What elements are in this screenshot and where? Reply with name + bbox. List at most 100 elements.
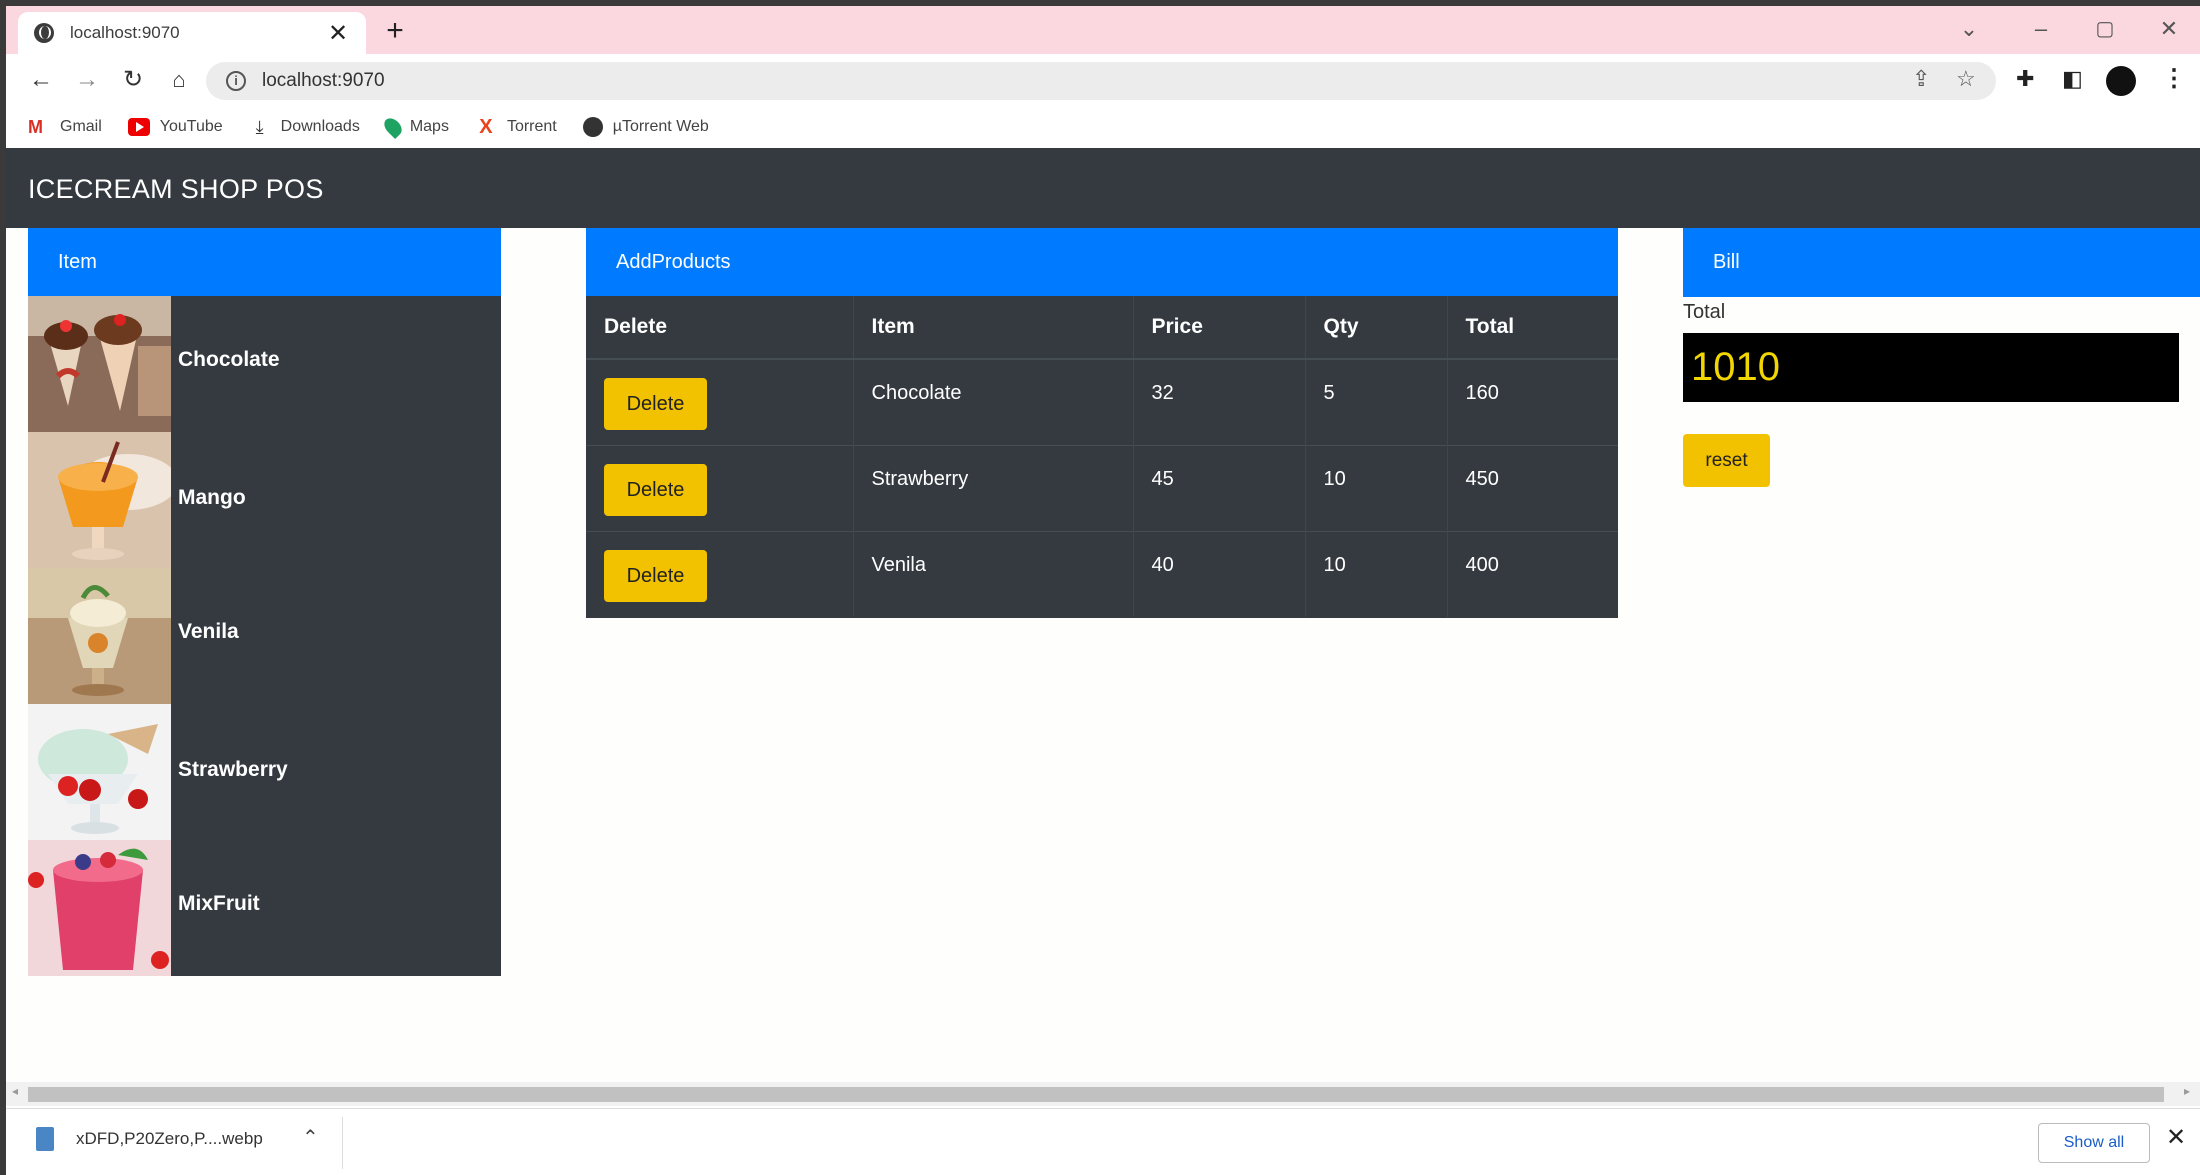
item-card-header: Item [28, 228, 501, 297]
bookmark-star-icon[interactable]: ☆ [1956, 66, 1976, 92]
total-cell: 450 [1447, 444, 1618, 531]
price-cell: 40 [1133, 530, 1306, 617]
item-name: Mango [178, 486, 246, 509]
minimize-icon[interactable]: – [2026, 16, 2056, 42]
price-cell: 45 [1133, 444, 1306, 531]
back-icon[interactable]: ← [24, 63, 58, 97]
bookmark-utorrent[interactable]: µTorrent Web [582, 117, 709, 137]
horizontal-scrollbar[interactable]: ◂ ▸ [6, 1082, 2200, 1106]
item-mango[interactable]: Mango [28, 432, 501, 568]
bookmark-maps[interactable]: Maps [380, 114, 449, 140]
item-name: Chocolate [178, 348, 280, 371]
col-item: Item [853, 296, 1134, 360]
delete-cell: Delete [586, 444, 854, 531]
bookmark-downloads[interactable]: ⤓ Downloads [249, 118, 360, 136]
scroll-right-icon[interactable]: ▸ [2184, 1084, 2190, 1098]
forward-icon[interactable]: → [70, 63, 104, 97]
bookmark-youtube[interactable]: YouTube [127, 118, 223, 136]
download-file-name[interactable]: xDFD,P20Zero,P....webp [76, 1129, 263, 1149]
extensions-icon[interactable]: ✚ [2016, 66, 2034, 92]
tab-search-icon[interactable]: ⌄ [1954, 16, 1984, 42]
chocolate-image [28, 296, 171, 432]
reload-icon[interactable]: ↻ [116, 63, 150, 97]
scrollbar-thumb[interactable] [28, 1087, 2164, 1102]
app-navbar: ICECREAM SHOP POS [6, 148, 2200, 228]
item-strawberry[interactable]: Strawberry [28, 704, 501, 840]
share-icon[interactable]: ⇪ [1912, 66, 1930, 92]
col-delete: Delete [586, 296, 854, 360]
new-tab-button[interactable]: + [378, 14, 412, 48]
address-bar[interactable]: i localhost:9070 [206, 62, 1996, 100]
close-window-icon[interactable]: ✕ [2154, 16, 2184, 42]
delete-cell: Delete [586, 358, 854, 445]
bookmarks-bar: M Gmail YouTube ⤓ Downloads Maps X Torre… [6, 106, 2200, 148]
total-display: 1010 [1683, 333, 2179, 402]
qty-cell: 10 [1305, 444, 1448, 531]
show-all-button[interactable]: Show all [2038, 1123, 2150, 1163]
download-shelf: xDFD,P20Zero,P....webp ⌃ Show all ✕ [6, 1108, 2200, 1175]
table-row: Delete Chocolate 32 5 160 [586, 358, 1618, 445]
restore-icon[interactable]: ▢ [2090, 16, 2120, 41]
scroll-left-icon[interactable]: ◂ [12, 1084, 18, 1098]
close-icon[interactable]: ✕ [2166, 1123, 2186, 1152]
bill-header: Bill [1683, 228, 2200, 297]
browser-tab[interactable]: localhost:9070 ✕ [18, 12, 366, 54]
site-info-icon[interactable]: i [226, 71, 246, 91]
gmail-icon: M [28, 117, 43, 137]
app-title[interactable]: ICECREAM SHOP POS [28, 174, 324, 205]
bookmark-torrent[interactable]: X Torrent [475, 116, 556, 138]
item-venila[interactable]: Venila [28, 568, 501, 704]
col-price: Price [1133, 296, 1306, 360]
side-panel-icon[interactable]: ◧ [2062, 66, 2083, 92]
browser-toolbar: ← → ↻ ⌂ i localhost:9070 ⇪ ☆ ✚ ◧ ⋮ [6, 54, 2200, 106]
table-row: Delete Strawberry 45 10 450 [586, 444, 1618, 531]
delete-button[interactable]: Delete [604, 549, 707, 602]
item-name: Strawberry [178, 758, 288, 781]
item-list: Chocolate Mango Venila Strawberry MixFru… [28, 296, 501, 976]
tab-title: localhost:9070 [70, 23, 180, 42]
mango-image [28, 432, 171, 568]
price-cell: 32 [1133, 358, 1306, 445]
item-cell: Strawberry [853, 444, 1134, 531]
bookmark-gmail[interactable]: M Gmail [28, 118, 102, 136]
utorrent-icon [582, 117, 603, 137]
mixfruit-image [28, 840, 171, 976]
total-cell: 160 [1447, 358, 1618, 445]
item-name: Venila [178, 620, 239, 643]
chevron-up-icon[interactable]: ⌃ [302, 1125, 319, 1150]
browser-window: localhost:9070 ✕ + ⌄ – ▢ ✕ ← → ↻ ⌂ i loc… [6, 6, 2200, 1175]
item-chocolate[interactable]: Chocolate [28, 296, 501, 432]
item-name: MixFruit [178, 892, 260, 915]
delete-button[interactable]: Delete [604, 378, 707, 430]
item-mixfruit[interactable]: MixFruit [28, 840, 501, 976]
table-header-row: Delete Item Price Qty Total [586, 296, 1618, 360]
file-icon [36, 1127, 54, 1151]
col-total: Total [1447, 296, 1618, 360]
home-icon[interactable]: ⌂ [162, 63, 196, 97]
item-cell: Venila [853, 530, 1134, 617]
divider [342, 1117, 343, 1169]
products-table: Delete Item Price Qty Total Delete Choco… [586, 296, 1618, 618]
item-cell: Chocolate [853, 358, 1134, 445]
delete-cell: Delete [586, 530, 854, 617]
reset-button[interactable]: reset [1683, 434, 1770, 487]
qty-cell: 5 [1305, 358, 1448, 445]
total-cell: 400 [1447, 530, 1618, 617]
tab-strip: localhost:9070 ✕ + ⌄ – ▢ ✕ [6, 6, 2200, 54]
menu-icon[interactable]: ⋮ [2162, 64, 2186, 93]
col-qty: Qty [1305, 296, 1448, 360]
torrent-icon: X [479, 116, 493, 138]
delete-button[interactable]: Delete [604, 463, 707, 516]
maps-icon [380, 114, 405, 140]
strawberry-image [28, 704, 171, 840]
download-icon: ⤓ [255, 117, 264, 137]
profile-avatar[interactable] [2106, 66, 2136, 96]
total-label: Total [1683, 301, 1726, 323]
table-row: Delete Venila 40 10 400 [586, 530, 1618, 617]
globe-icon [34, 23, 54, 43]
qty-cell: 10 [1305, 530, 1448, 617]
tab-close-icon[interactable]: ✕ [326, 19, 350, 48]
youtube-icon [127, 118, 150, 136]
url-text: localhost:9070 [262, 70, 385, 91]
venila-image [28, 568, 171, 704]
